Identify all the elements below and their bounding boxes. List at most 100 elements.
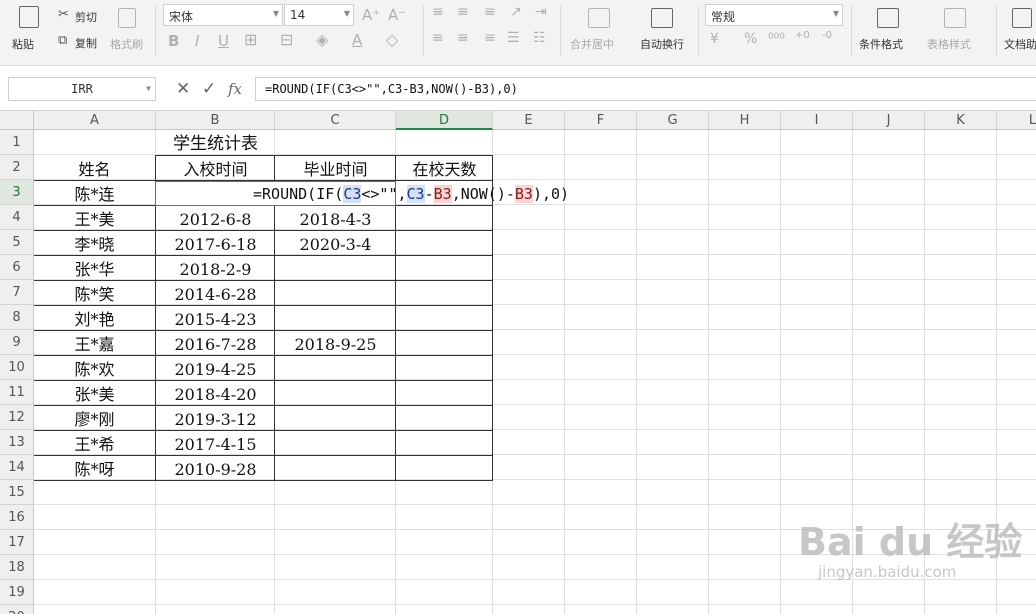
row-header[interactable]: 14 <box>0 455 34 480</box>
grid-cell[interactable] <box>34 130 156 155</box>
grid-cell[interactable] <box>34 605 156 614</box>
paste-icon[interactable] <box>19 6 39 28</box>
grid-cell[interactable] <box>709 355 781 380</box>
col-header-d[interactable]: D <box>396 111 493 130</box>
grid-cell[interactable] <box>925 180 997 205</box>
grid-cell[interactable] <box>925 455 997 480</box>
table-style-icon[interactable] <box>944 8 966 28</box>
grid-cell[interactable] <box>493 505 565 530</box>
row-header[interactable]: 9 <box>0 330 34 355</box>
align-center-icon[interactable]: ≡ <box>457 30 469 46</box>
grid-cell[interactable] <box>493 130 565 155</box>
grid-cell[interactable] <box>781 330 853 355</box>
grid-cell[interactable] <box>637 305 709 330</box>
grid-cell[interactable] <box>709 455 781 480</box>
grid-cell[interactable] <box>493 255 565 280</box>
row-header[interactable]: 2 <box>0 155 34 180</box>
grid-cell[interactable] <box>396 230 493 255</box>
grid-cell[interactable] <box>396 330 493 355</box>
paste-button[interactable]: 粘贴 <box>12 36 34 52</box>
grid-cell[interactable] <box>781 230 853 255</box>
grid-cell[interactable] <box>925 205 997 230</box>
distributed-icon[interactable]: ☷ <box>533 30 546 46</box>
grid-cell[interactable] <box>709 180 781 205</box>
table-style-button[interactable]: 表格样式 <box>927 36 971 52</box>
grid-cell[interactable] <box>637 380 709 405</box>
grid-cell[interactable] <box>637 180 709 205</box>
grid-cell[interactable] <box>493 480 565 505</box>
grid-cell[interactable] <box>997 255 1036 280</box>
grid-cell[interactable] <box>637 330 709 355</box>
grid-cell[interactable] <box>493 305 565 330</box>
grid-cell[interactable] <box>781 180 853 205</box>
formula-input[interactable]: =ROUND(IF(C3<>"",C3-B3,NOW()-B3),0) <box>255 77 1036 101</box>
grid-cell[interactable] <box>156 580 275 605</box>
grid-cell[interactable] <box>156 555 275 580</box>
font-color-icon[interactable]: A <box>352 31 362 49</box>
grid-cell[interactable] <box>997 155 1036 180</box>
row-header[interactable]: 4 <box>0 205 34 230</box>
grid-cell[interactable] <box>493 355 565 380</box>
grid-cell[interactable] <box>637 405 709 430</box>
grid-cell[interactable] <box>565 455 637 480</box>
grid-cell[interactable] <box>396 430 493 455</box>
grid-cell[interactable] <box>853 605 925 614</box>
font-grow-icon[interactable]: A⁺ <box>362 6 380 24</box>
grid-cell[interactable] <box>997 455 1036 480</box>
grid-cell[interactable] <box>275 130 396 155</box>
grid-cell[interactable] <box>709 280 781 305</box>
decrease-decimal-icon[interactable]: -0 <box>822 30 832 41</box>
row-header[interactable]: 15 <box>0 480 34 505</box>
grid-cell[interactable] <box>853 155 925 180</box>
grid-cell[interactable] <box>637 230 709 255</box>
grid-cell[interactable] <box>925 330 997 355</box>
grid-cell[interactable] <box>565 230 637 255</box>
select-all-corner[interactable] <box>0 111 34 130</box>
border-icon[interactable]: ⊞ <box>244 30 257 49</box>
grid-cell[interactable] <box>925 405 997 430</box>
grid-cell[interactable] <box>493 580 565 605</box>
grid-cell[interactable] <box>565 330 637 355</box>
grid-cell[interactable] <box>709 230 781 255</box>
col-header-j[interactable]: J <box>853 111 925 130</box>
font-shrink-icon[interactable]: A⁻ <box>388 6 406 24</box>
grid-cell[interactable] <box>275 455 396 480</box>
grid-cell[interactable] <box>925 480 997 505</box>
grid-cell[interactable] <box>565 405 637 430</box>
grid-cell[interactable] <box>637 130 709 155</box>
grid-cell[interactable] <box>709 555 781 580</box>
align-bottom-icon[interactable]: ≡ <box>484 4 496 20</box>
grid-cell[interactable] <box>853 205 925 230</box>
grid-cell[interactable] <box>396 130 493 155</box>
grid-cell[interactable] <box>275 355 396 380</box>
grid-cell[interactable] <box>637 605 709 614</box>
grid-cell[interactable] <box>493 230 565 255</box>
font-name-select[interactable]: 宋体 ▼ <box>163 4 283 26</box>
grid-cell[interactable] <box>637 505 709 530</box>
grid-cell[interactable] <box>637 580 709 605</box>
grid-cell[interactable] <box>997 230 1036 255</box>
grid-cell[interactable] <box>637 355 709 380</box>
grid-cell[interactable] <box>396 205 493 230</box>
grid-cell[interactable] <box>275 580 396 605</box>
grid-cell[interactable] <box>156 605 275 614</box>
grid-cell[interactable] <box>637 555 709 580</box>
grid-cell[interactable] <box>709 205 781 230</box>
grid-cell[interactable] <box>853 455 925 480</box>
grid-cell[interactable] <box>637 155 709 180</box>
grid-cell[interactable] <box>34 505 156 530</box>
row-header[interactable]: 7 <box>0 280 34 305</box>
grid-cell[interactable] <box>925 430 997 455</box>
grid-cell[interactable] <box>781 380 853 405</box>
grid-cell[interactable] <box>781 480 853 505</box>
grid-cell[interactable] <box>565 255 637 280</box>
align-middle-icon[interactable]: ≡ <box>457 4 469 20</box>
orientation-icon[interactable]: ↗ <box>510 4 522 20</box>
grid-cell[interactable] <box>853 130 925 155</box>
grid-cell[interactable] <box>997 330 1036 355</box>
grid-cell[interactable] <box>565 505 637 530</box>
merge-center-button[interactable]: 合并居中 <box>570 36 614 52</box>
grid-cell[interactable] <box>997 305 1036 330</box>
grid-cell[interactable] <box>565 130 637 155</box>
grid-cell[interactable] <box>853 405 925 430</box>
